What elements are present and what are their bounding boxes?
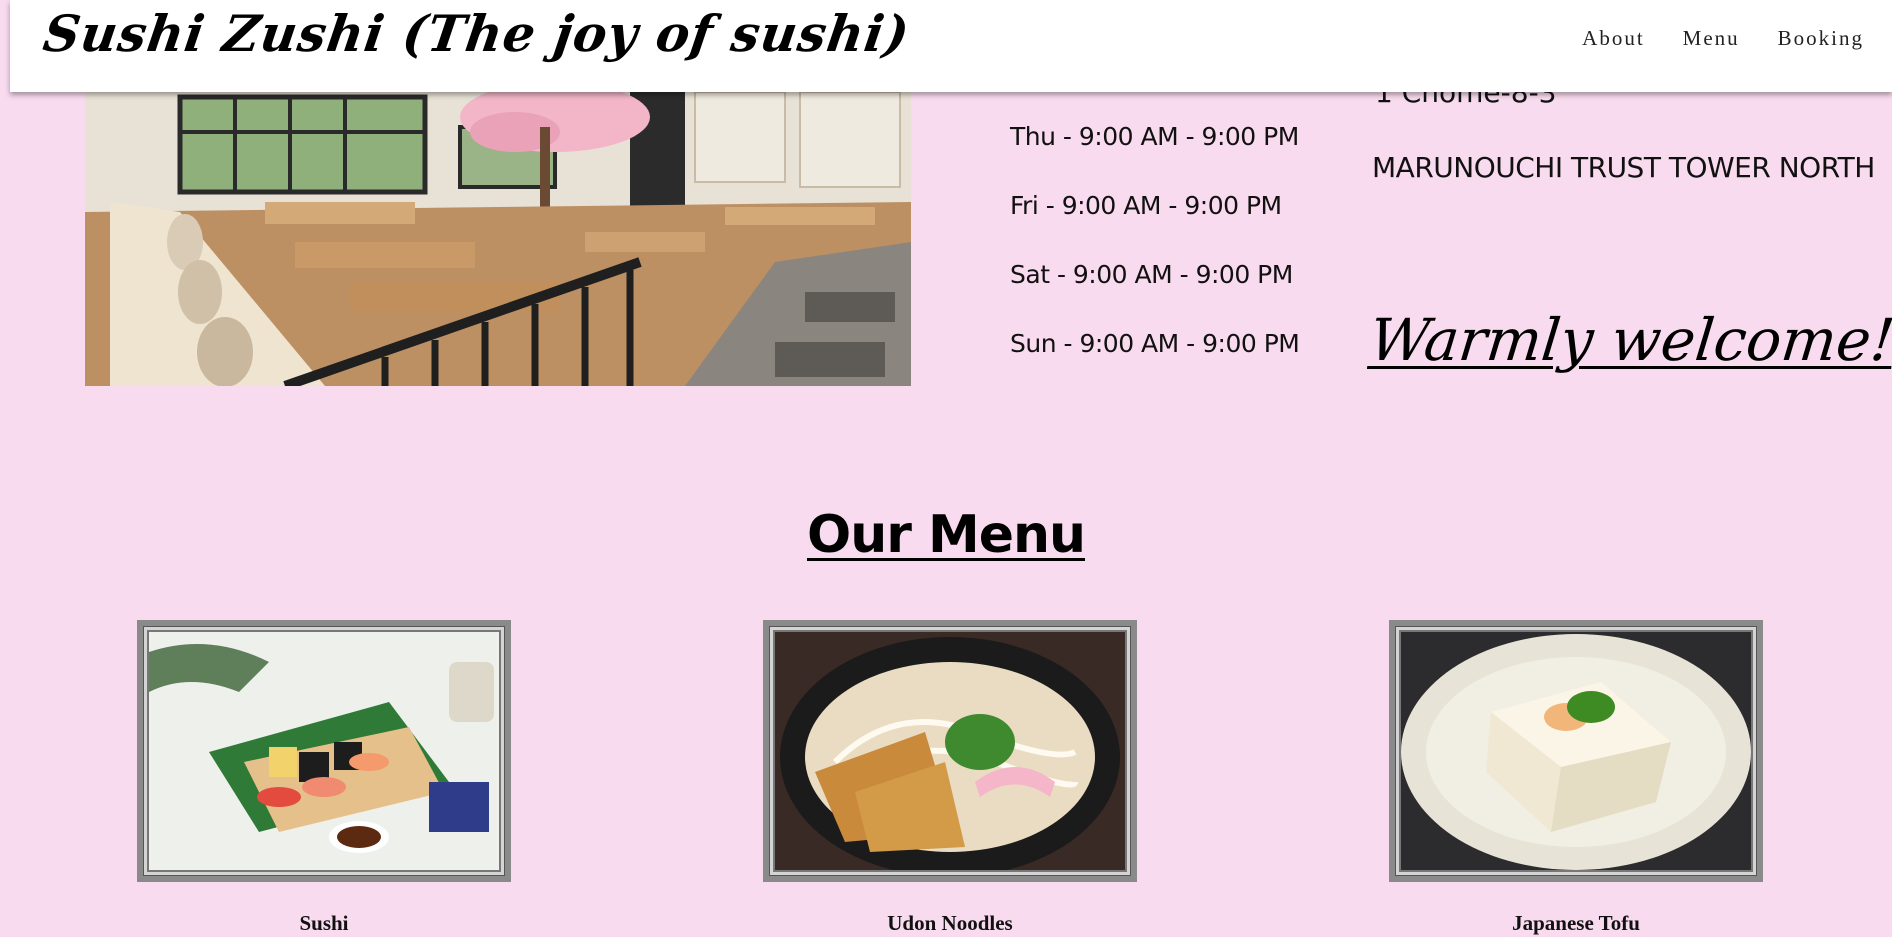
nav-link-about[interactable]: About [1582,26,1645,51]
sushi-image [147,630,501,872]
welcome-text: Warmly welcome! [1366,306,1892,374]
main-nav: About Menu Booking [1582,26,1864,51]
nav-link-booking[interactable]: Booking [1778,26,1864,51]
opening-hours: Thu - 9:00 AM - 9:00 PM Fri - 9:00 AM - … [1010,122,1300,398]
restaurant-interior-image [85,92,911,386]
nav-link-menu[interactable]: Menu [1683,26,1740,51]
tofu-image [1399,630,1753,872]
menu-photo-frame [1389,620,1763,882]
udon-image [773,630,1127,872]
menu-card-udon[interactable]: Udon Noodles [763,620,1137,936]
menu-heading-text: Our Menu [806,505,1086,565]
menu-photo-frame [137,620,511,882]
hours-sunday: Sun - 9:00 AM - 9:00 PM [1010,329,1300,358]
menu-item-label: Japanese Tofu [1512,911,1640,935]
menu-card-sushi[interactable]: Sushi [137,620,511,936]
hours-thursday: Thu - 9:00 AM - 9:00 PM [1010,122,1299,151]
menu-heading: Our Menu [0,505,1892,565]
menu-item-label: Udon Noodles [887,911,1013,935]
hours-saturday: Sat - 9:00 AM - 9:00 PM [1010,260,1293,289]
brand-title[interactable]: Sushi Zushi (The joy of sushi) [40,4,914,63]
address-building: MARUNOUCHI TRUST TOWER NORTH [1372,151,1875,184]
hours-friday: Fri - 9:00 AM - 9:00 PM [1010,191,1282,220]
menu-card-tofu[interactable]: Japanese Tofu [1389,620,1763,936]
menu-photo-frame [763,620,1137,882]
site-header: Sushi Zushi (The joy of sushi) About Men… [10,0,1892,92]
menu-item-label: Sushi [299,911,349,935]
